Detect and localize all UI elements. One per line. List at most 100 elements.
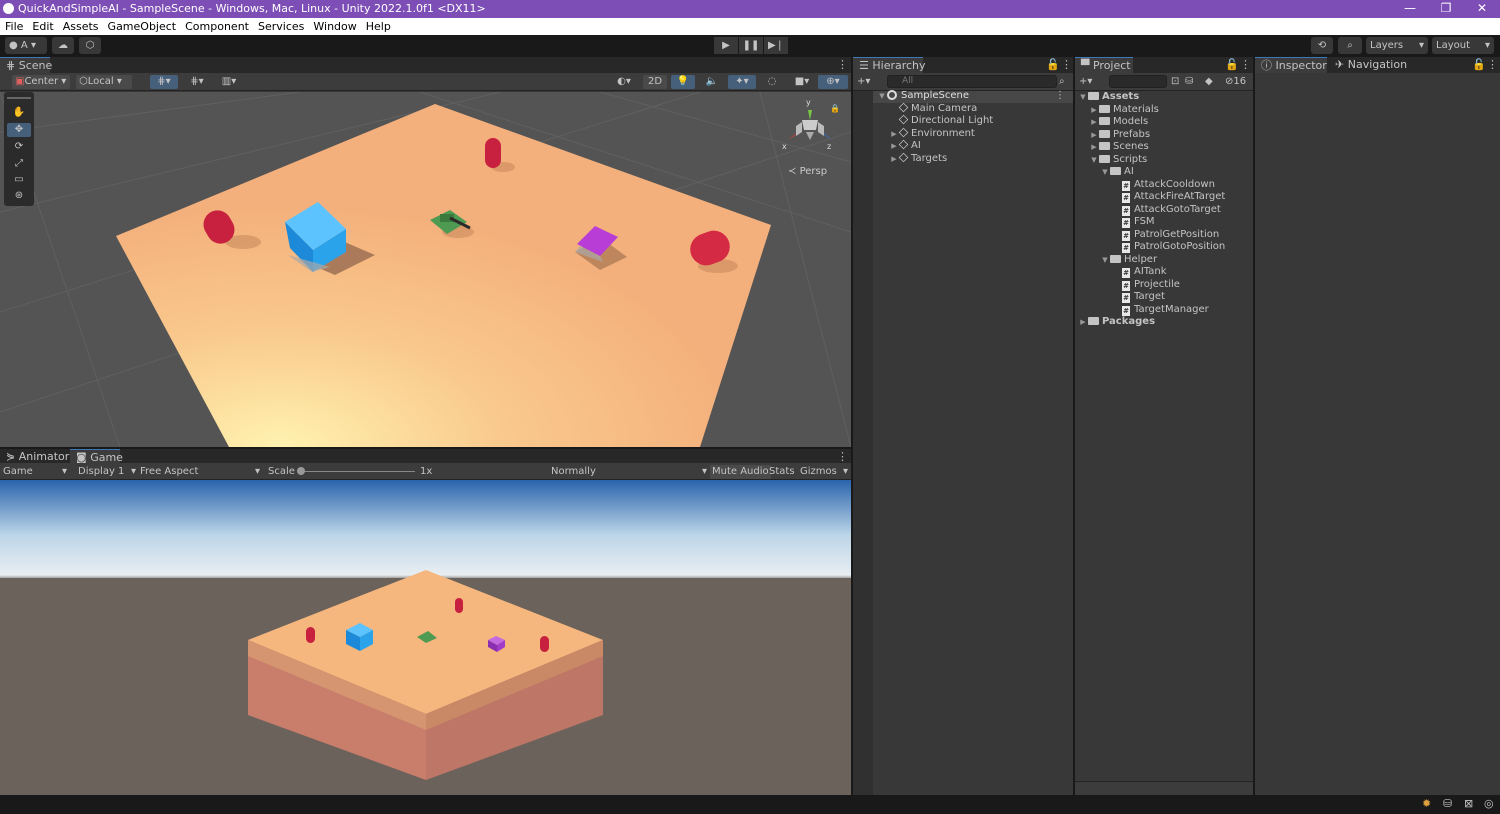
cloud-button[interactable]: ☁: [52, 37, 74, 54]
expand-arrow-icon[interactable]: ▶: [1089, 116, 1099, 129]
undo-history-button[interactable]: ⟲: [1311, 37, 1333, 54]
pause-button[interactable]: ❚❚: [739, 37, 763, 54]
hierarchy-item-ai[interactable]: ▶ AI: [889, 139, 921, 153]
menu-help[interactable]: Help: [362, 18, 395, 34]
script-item[interactable]: # Projectile: [1122, 279, 1180, 292]
search-by-type-icon[interactable]: ⊡: [1171, 75, 1179, 89]
menu-assets[interactable]: Assets: [59, 18, 103, 34]
collab-button[interactable]: ⬡: [79, 37, 101, 54]
menu-services[interactable]: Services: [254, 18, 308, 34]
menu-component[interactable]: Component: [181, 18, 253, 34]
script-item[interactable]: # AttackCooldown: [1122, 179, 1215, 192]
audio-toggle[interactable]: 🔈: [700, 75, 724, 89]
create-asset-dropdown[interactable]: +▾: [1079, 75, 1092, 89]
play-button[interactable]: ▶: [714, 37, 738, 54]
menu-window[interactable]: Window: [309, 18, 360, 34]
script-item[interactable]: # TargetManager: [1122, 304, 1209, 317]
search-by-label-icon[interactable]: ⛁: [1185, 75, 1193, 89]
pivot-dropdown[interactable]: ▣Center ▾: [12, 75, 70, 89]
projection-toggle[interactable]: ≺ Persp: [788, 166, 827, 177]
transform-tool-icon[interactable]: ⊛: [7, 189, 31, 203]
expand-arrow-icon[interactable]: ▼: [1078, 91, 1088, 104]
folder-materials[interactable]: ▶ Materials: [1089, 104, 1159, 117]
menu-file[interactable]: File: [1, 18, 27, 34]
tab-hierarchy[interactable]: ☰ Hierarchy: [853, 57, 926, 73]
stats-toggle[interactable]: Stats: [769, 465, 795, 479]
folder-prefabs[interactable]: ▶ Prefabs: [1089, 129, 1150, 142]
lock-icon[interactable]: 🔒: [830, 104, 840, 113]
expand-arrow-icon[interactable]: ▶: [1089, 129, 1099, 142]
game-view-dropdown[interactable]: Game ▾: [3, 465, 69, 479]
folder-packages[interactable]: ▶ Packages: [1078, 316, 1155, 329]
hierarchy-item-directional-light[interactable]: Directional Light: [889, 114, 993, 128]
aspect-dropdown[interactable]: Free Aspect ▾: [140, 465, 262, 479]
hand-tool-icon[interactable]: ✋: [7, 106, 31, 120]
effects-dropdown[interactable]: ✦▾: [728, 75, 756, 89]
layers-dropdown[interactable]: Layers ▾: [1366, 37, 1428, 54]
expand-arrow-icon[interactable]: ▼: [1089, 154, 1099, 167]
display-dropdown[interactable]: Display 1 ▾: [78, 465, 136, 479]
more-options-icon[interactable]: ⋮: [1487, 58, 1498, 71]
script-item[interactable]: # AITank: [1122, 266, 1167, 279]
script-item[interactable]: # PatrolGetPosition: [1122, 229, 1219, 242]
lock-icon[interactable]: 🔓: [1472, 58, 1486, 71]
scale-slider-thumb[interactable]: [297, 467, 305, 475]
increment-snap-toggle[interactable]: ▥▾: [215, 75, 243, 89]
gizmos-dropdown[interactable]: ⊕▾: [818, 75, 848, 89]
rotate-tool-icon[interactable]: ⟳: [7, 140, 31, 154]
game-viewport[interactable]: [0, 480, 851, 795]
expand-arrow-icon[interactable]: ▶: [889, 140, 899, 153]
folder-scripts[interactable]: ▼ Scripts: [1089, 154, 1147, 167]
hidden-packages-toggle[interactable]: ⊘16: [1225, 75, 1246, 89]
scene-root-item[interactable]: ▼ SampleScene ⋮: [877, 90, 1067, 103]
step-button[interactable]: ▶❘: [764, 37, 788, 54]
script-item[interactable]: # Target: [1122, 291, 1165, 304]
more-options-icon[interactable]: ⋮: [1061, 58, 1072, 71]
expand-arrow-icon[interactable]: ▶: [1089, 104, 1099, 117]
expand-arrow-icon[interactable]: ▶: [889, 128, 899, 141]
rect-tool-icon[interactable]: ▭: [7, 173, 31, 187]
folder-models[interactable]: ▶ Models: [1089, 116, 1148, 129]
menu-gameobject[interactable]: GameObject: [104, 18, 181, 34]
search-button[interactable]: ⌕: [1338, 37, 1362, 54]
expand-arrow-icon[interactable]: ▶: [1078, 316, 1088, 329]
expand-arrow-icon[interactable]: ▶: [1089, 141, 1099, 154]
camera-dropdown[interactable]: ■▾: [788, 75, 816, 89]
scene-viewport[interactable]: ✋ ✥ ⟳ ⤢ ▭ ⊛ y x z 🔒 ≺ Persp: [0, 92, 851, 447]
grid-snap-toggle[interactable]: ⋕▾: [150, 75, 178, 89]
menu-edit[interactable]: Edit: [28, 18, 57, 34]
hierarchy-item-targets[interactable]: ▶ Targets: [889, 152, 947, 166]
expand-arrow-icon[interactable]: ▼: [1100, 166, 1110, 179]
lock-icon[interactable]: 🔓: [1046, 58, 1060, 71]
folder-scenes[interactable]: ▶ Scenes: [1089, 141, 1148, 154]
expand-arrow-icon[interactable]: ▼: [1100, 254, 1110, 267]
more-options-icon[interactable]: ⋮: [1240, 58, 1251, 71]
cache-icon[interactable]: ⛁: [1443, 797, 1452, 810]
account-dropdown[interactable]: ● A ▾: [5, 37, 47, 54]
script-item[interactable]: # PatrolGotoPosition: [1122, 241, 1225, 254]
play-focus-dropdown[interactable]: Normally ▾: [551, 465, 707, 479]
progress-icon[interactable]: ◎: [1484, 797, 1494, 810]
folder-helper[interactable]: ▼ Helper: [1100, 254, 1157, 267]
scale-slider[interactable]: [300, 471, 415, 472]
expand-arrow-icon[interactable]: ▼: [877, 90, 887, 103]
mute-audio-toggle[interactable]: Mute Audio: [710, 465, 771, 479]
2d-toggle[interactable]: 2D: [643, 75, 667, 89]
hierarchy-search-input[interactable]: All: [887, 75, 1057, 88]
more-options-icon[interactable]: ⋮: [837, 58, 848, 71]
draw-mode-dropdown[interactable]: ◐▾: [611, 75, 637, 89]
folder-ai[interactable]: ▼ AI: [1100, 166, 1134, 179]
project-search-input[interactable]: [1109, 75, 1167, 88]
tab-scene[interactable]: ⋕ Scene: [0, 57, 52, 73]
scale-tool-icon[interactable]: ⤢: [7, 157, 31, 171]
debug-icon[interactable]: ✹: [1422, 797, 1431, 810]
more-options-icon[interactable]: ⋮: [837, 450, 848, 463]
script-item[interactable]: # AttackFireAtTarget: [1122, 191, 1225, 204]
hierarchy-item-main-camera[interactable]: Main Camera: [889, 102, 977, 116]
orientation-gizmo[interactable]: y x z 🔒: [780, 96, 840, 156]
layout-dropdown[interactable]: Layout ▾: [1432, 37, 1494, 54]
tab-project[interactable]: ▀ Project: [1075, 57, 1133, 73]
lock-icon[interactable]: 🔓: [1225, 58, 1239, 71]
expand-arrow-icon[interactable]: ▶: [889, 153, 899, 166]
favorite-icon[interactable]: ◆: [1205, 75, 1213, 89]
